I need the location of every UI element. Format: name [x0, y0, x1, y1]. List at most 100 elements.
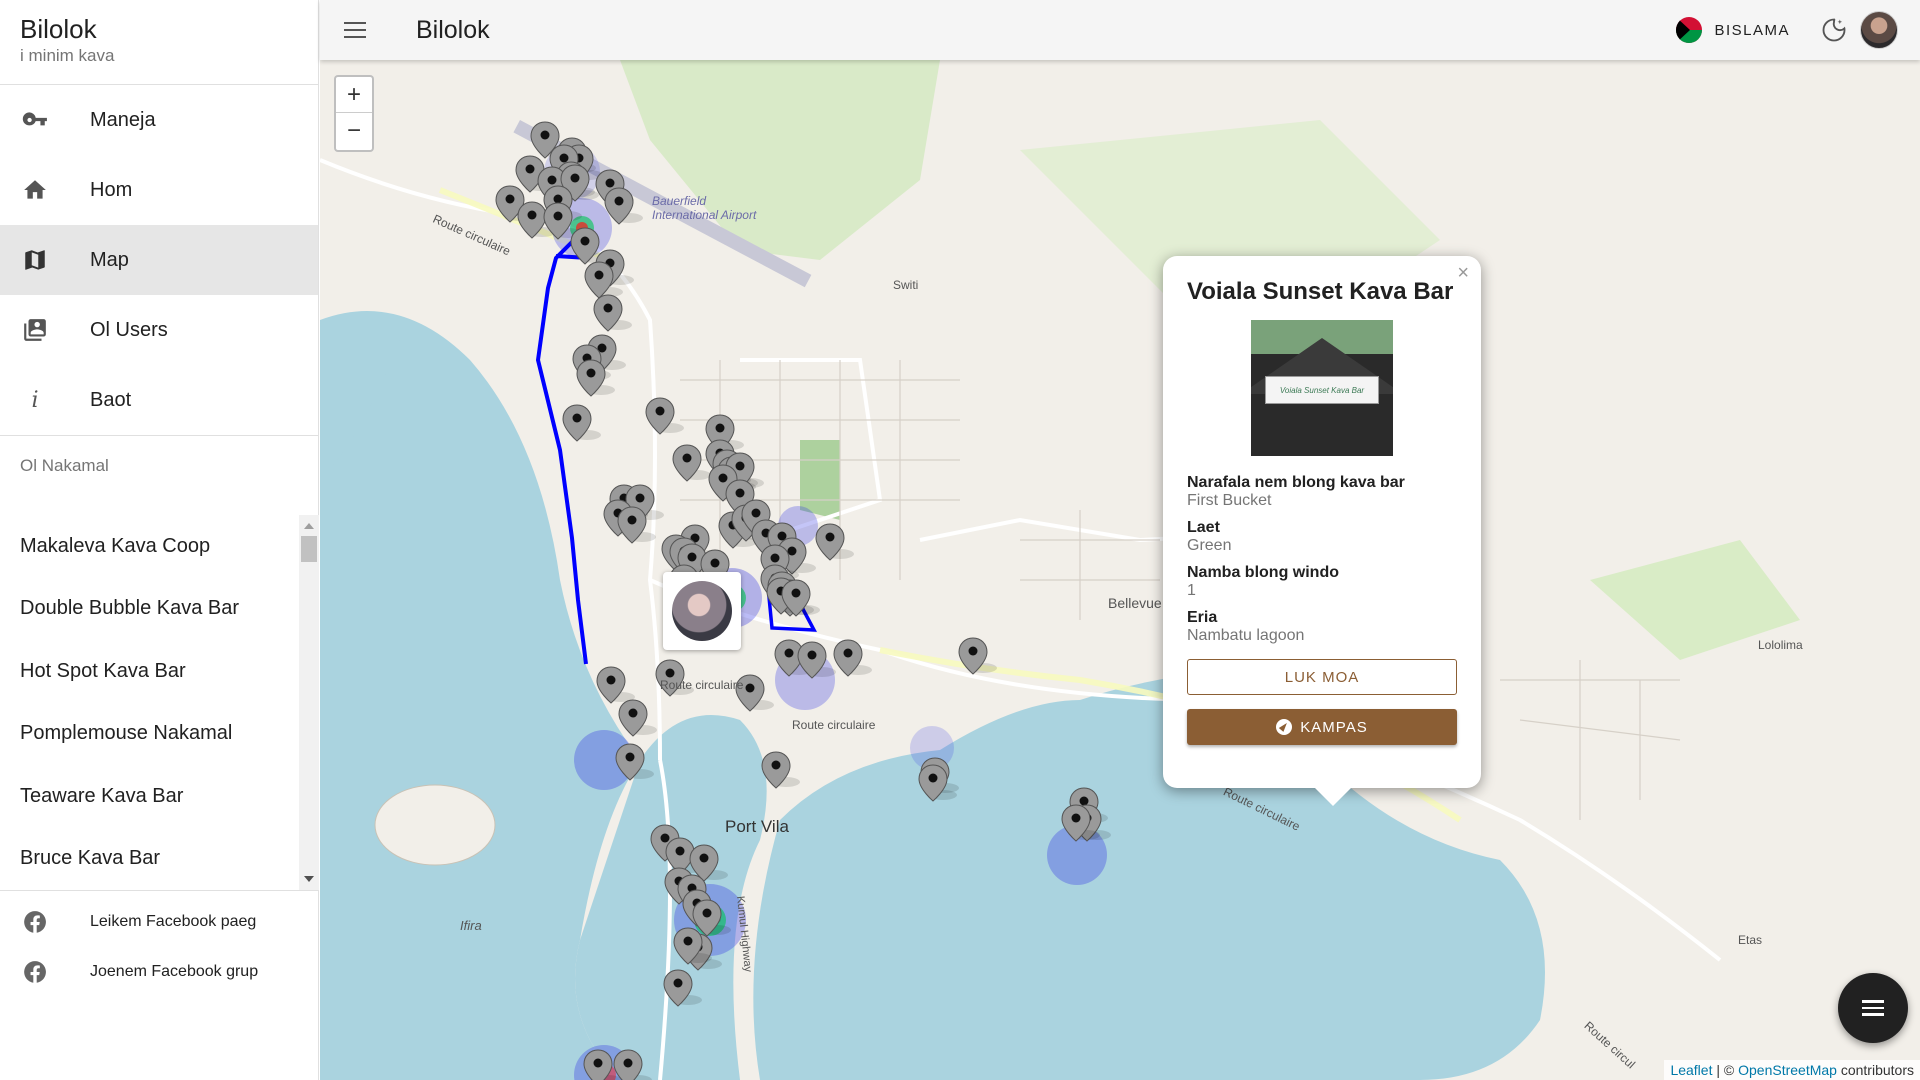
dark-mode-icon[interactable]: [1820, 16, 1848, 44]
nakamal-item[interactable]: Hot Spot Kava Bar: [0, 640, 299, 703]
nakamal-pin-marker[interactable]: [958, 637, 997, 675]
nakamal-pin-marker[interactable]: [618, 699, 657, 737]
nav-item-maneja[interactable]: Maneja: [0, 85, 318, 155]
map-label-ifira: Ifira: [460, 918, 482, 933]
attribution-separator: | ©: [1712, 1062, 1739, 1078]
brand-subtitle: i minim kava: [20, 46, 115, 65]
app-title: Bilolok: [416, 15, 490, 44]
nakamal-item[interactable]: Pomplemouse Nakamal: [0, 703, 299, 766]
nakamal-pin-marker[interactable]: [918, 764, 957, 802]
osm-link[interactable]: OpenStreetMap: [1738, 1062, 1837, 1078]
attribution-tail: contributors: [1836, 1062, 1914, 1078]
photo-sign: Voiala Sunset Kava Bar: [1265, 376, 1379, 404]
nav-label: Baot: [90, 388, 132, 411]
nav-item-hom[interactable]: Hom: [0, 155, 318, 225]
nakamal-photo: Voiala Sunset Kava Bar: [1251, 320, 1393, 456]
nakamal-pin-marker[interactable]: [815, 523, 854, 561]
nakamal-pin-marker[interactable]: [562, 404, 601, 442]
facebook-page-link[interactable]: Leikem Facebook paeg: [0, 897, 319, 947]
social-label: Joenem Facebook grup: [90, 963, 259, 980]
nav-item-map[interactable]: Map: [0, 225, 318, 295]
field-value: 1: [1187, 582, 1196, 599]
menu-icon[interactable]: [344, 15, 374, 45]
map-label-switi: Switi: [893, 278, 919, 292]
nav-item-ol-users[interactable]: Ol Users: [0, 295, 318, 365]
facebook-icon: [20, 907, 50, 937]
brand: Bilolok i minim kava: [0, 0, 318, 85]
info-icon: i: [31, 387, 39, 413]
field-value: First Bucket: [1187, 492, 1272, 509]
home-icon: [20, 175, 50, 205]
zoom-in-button[interactable]: +: [336, 77, 372, 113]
nakamal-pin-marker[interactable]: [692, 899, 731, 937]
social-label: Leikem Facebook paeg: [90, 913, 257, 930]
nakamal-pin-marker[interactable]: [604, 187, 643, 225]
map-label-port-vila: Port Vila: [725, 817, 789, 836]
main-nav: Maneja Hom Map Ol Users i Baot: [0, 85, 318, 436]
app-bar: Bilolok BISLAMA: [320, 0, 1920, 60]
nakamal-item[interactable]: Bruce Kava Bar: [0, 828, 299, 891]
field-value: Nambatu lagoon: [1187, 627, 1305, 644]
avatar[interactable]: [1860, 11, 1898, 49]
vanuatu-flag-icon: [1676, 17, 1703, 43]
key-icon: [20, 105, 50, 135]
nakamal-pin-marker[interactable]: [672, 444, 711, 482]
map-attribution: Leaflet | © OpenStreetMap contributors: [1664, 1060, 1920, 1080]
user-photo: [672, 581, 732, 641]
nakamal-pin-marker[interactable]: [833, 639, 872, 677]
field-label: Laet: [1187, 519, 1220, 536]
field-label: Namba blong windo: [1187, 564, 1339, 581]
nakamal-pin-marker[interactable]: [645, 397, 684, 435]
list-fab-button[interactable]: [1838, 973, 1908, 1043]
nakamal-list[interactable]: Makaleva Kava Coop Double Bubble Kava Ba…: [0, 515, 299, 890]
map-label-route: Route circulaire: [660, 678, 744, 692]
nakamal-pin-marker[interactable]: [613, 1049, 652, 1080]
field-value: Green: [1187, 537, 1232, 554]
nav-item-baot[interactable]: i Baot: [0, 365, 318, 435]
nav-label: Map: [90, 248, 129, 271]
compass-button[interactable]: KAMPAS: [1187, 709, 1457, 745]
compass-button-label: KAMPAS: [1300, 718, 1368, 736]
nakamal-pin-marker[interactable]: [761, 751, 800, 789]
map-label-bellevue: Bellevue: [1108, 595, 1162, 611]
nakamal-item[interactable]: Makaleva Kava Coop: [0, 515, 299, 578]
view-more-button[interactable]: LUK MOA: [1187, 659, 1457, 695]
social-links: Leikem Facebook paeg Joenem Facebook gru…: [0, 890, 319, 997]
nakamal-pin-marker[interactable]: [663, 969, 702, 1007]
map-label-airport: Bauerfield International Airport: [652, 194, 757, 222]
nakamal-markers[interactable]: [320, 60, 1920, 1080]
nakamal-item[interactable]: Teaware Kava Bar: [0, 765, 299, 828]
nakamal-pin-marker[interactable]: [596, 666, 635, 704]
zoom-out-button[interactable]: −: [336, 113, 372, 149]
nakamal-pin-marker[interactable]: [615, 743, 654, 781]
nakamal-scrollbar[interactable]: [299, 515, 319, 890]
nakamal-item[interactable]: Double Bubble Kava Bar: [0, 578, 299, 641]
scroll-thumb[interactable]: [301, 536, 317, 562]
map-label-etas: Etas: [1738, 933, 1763, 947]
map-label-route: Route circulaire: [792, 718, 876, 732]
popup-title: Voiala Sunset Kava Bar: [1187, 278, 1454, 305]
close-icon[interactable]: ×: [1457, 262, 1469, 285]
brand-title: Bilolok: [20, 14, 97, 44]
field-label: Eria: [1187, 609, 1218, 626]
nav-label: Ol Users: [90, 318, 168, 341]
nakamal-list-heading: Ol Nakamal: [20, 456, 109, 475]
nakamal-popup: × Voiala Sunset Kava Bar Voiala Sunset K…: [1163, 256, 1481, 806]
scroll-up-arrow-icon[interactable]: [304, 523, 314, 529]
sidebar: Bilolok i minim kava Maneja Hom Map Ol U…: [0, 0, 319, 1080]
leaflet-link[interactable]: Leaflet: [1670, 1062, 1712, 1078]
language-selector[interactable]: BISLAMA: [1676, 17, 1790, 43]
map-view[interactable]: Bauerfield International Airport Switi R…: [320, 60, 1920, 1080]
map-icon: [20, 245, 50, 275]
compass-icon: [1276, 719, 1293, 735]
field-label: Narafala nem blong kava bar: [1187, 474, 1405, 491]
language-label: BISLAMA: [1714, 21, 1790, 39]
nakamal-pin-marker[interactable]: [593, 294, 632, 332]
map-label-lololima: Lololima: [1758, 638, 1803, 652]
nav-label: Maneja: [90, 108, 156, 131]
scroll-down-arrow-icon[interactable]: [304, 876, 314, 882]
zoom-control: + −: [334, 75, 374, 152]
nav-label: Hom: [90, 178, 133, 201]
user-location-marker[interactable]: [663, 572, 741, 650]
facebook-group-link[interactable]: Joenem Facebook grup: [0, 947, 319, 997]
